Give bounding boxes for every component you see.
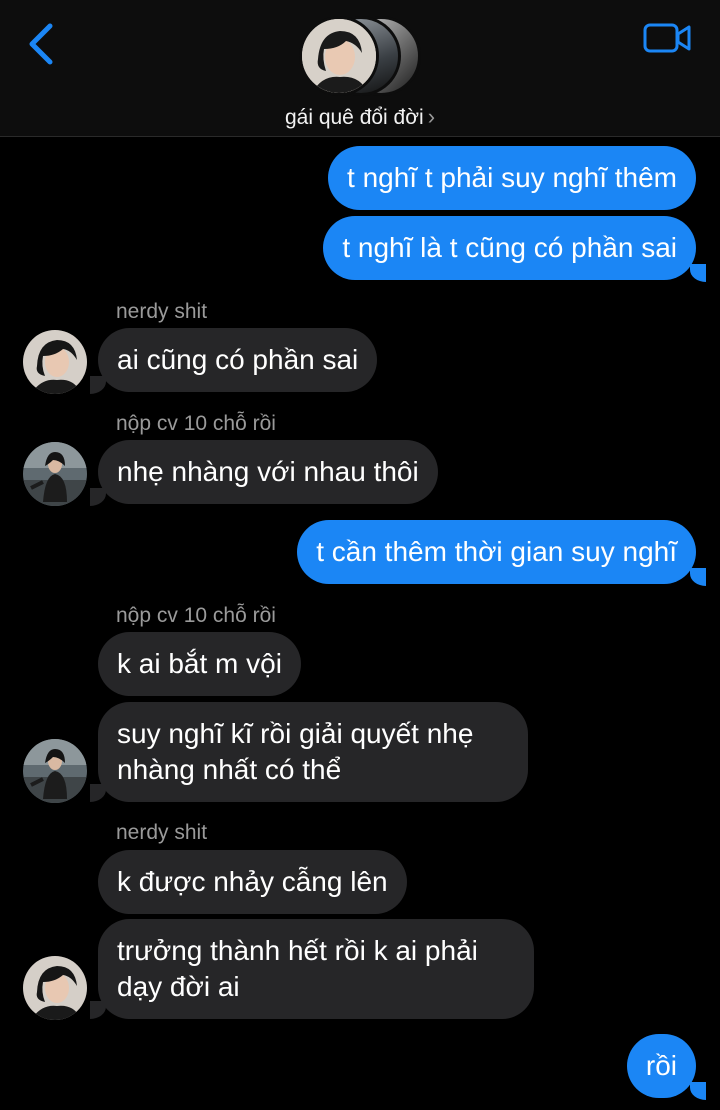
chevron-right-icon: › bbox=[427, 104, 436, 129]
avatar[interactable] bbox=[23, 739, 87, 803]
bubble-tail bbox=[690, 568, 706, 586]
incoming-message[interactable]: k được nhảy cẫng lên bbox=[98, 850, 407, 914]
incoming-message[interactable]: ai cũng có phần sai bbox=[98, 328, 378, 392]
video-camera-icon bbox=[643, 23, 691, 53]
group-avatar-stack[interactable] bbox=[299, 14, 421, 96]
incoming-message[interactable]: trưởng thành hết rồi k ai phải dạy đời a… bbox=[98, 919, 534, 1019]
incoming-message[interactable]: nhẹ nhàng với nhau thôi bbox=[98, 440, 438, 504]
outgoing-message[interactable]: rồi bbox=[626, 1034, 696, 1098]
bubble-tail bbox=[90, 1001, 106, 1019]
group-name: gái quê đổi đời bbox=[284, 106, 424, 129]
video-call-button[interactable] bbox=[642, 20, 692, 56]
bubble-tail bbox=[90, 784, 106, 802]
chat-header: gái quê đổi đời › bbox=[0, 0, 720, 137]
outgoing-message[interactable]: t cần thêm thời gian suy nghĩ bbox=[297, 520, 696, 584]
bubble-tail bbox=[690, 1082, 706, 1100]
incoming-message[interactable]: k ai bắt m vội bbox=[98, 632, 301, 696]
bubble-tail bbox=[90, 488, 106, 506]
bubble-tail bbox=[690, 264, 706, 282]
sender-name: nộp cv 10 chỗ rồi bbox=[116, 604, 276, 627]
avatar[interactable] bbox=[23, 330, 87, 394]
sender-name: nerdy shit bbox=[116, 300, 208, 323]
outgoing-message[interactable]: t nghĩ t phải suy nghĩ thêm bbox=[328, 146, 696, 210]
back-button[interactable] bbox=[22, 20, 62, 68]
outgoing-message[interactable]: t nghĩ là t cũng có phần sai bbox=[323, 216, 696, 280]
sender-name: nộp cv 10 chỗ rồi bbox=[116, 412, 276, 435]
avatar[interactable] bbox=[23, 442, 87, 506]
bubble-tail bbox=[90, 376, 106, 394]
incoming-message[interactable]: suy nghĩ kĩ rồi giải quyết nhẹ nhàng nhấ… bbox=[98, 702, 528, 802]
sender-name: nerdy shit bbox=[116, 821, 208, 844]
chevron-left-icon bbox=[29, 23, 53, 65]
avatar[interactable] bbox=[23, 956, 87, 1020]
group-member-avatar bbox=[299, 16, 379, 96]
group-name-button[interactable]: gái quê đổi đời › bbox=[0, 104, 720, 130]
